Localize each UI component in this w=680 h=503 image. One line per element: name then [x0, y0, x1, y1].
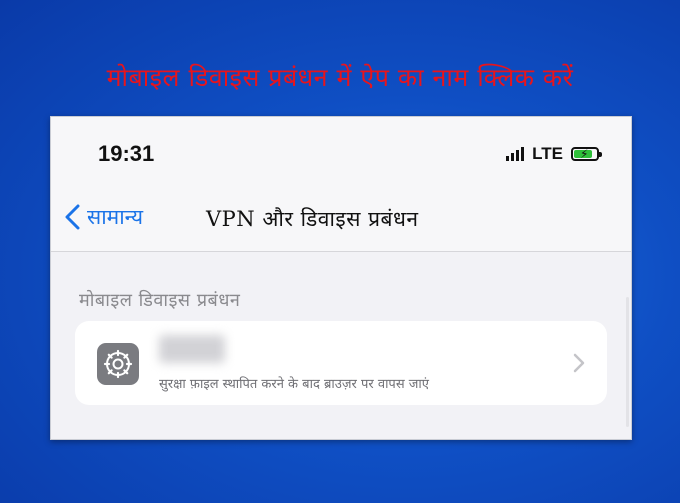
- settings-gear-icon: [97, 343, 139, 385]
- profile-subtitle: सुरक्षा फ़ाइल स्थापित करने के बाद ब्राउज…: [159, 377, 429, 392]
- navigation-bar: सामान्य VPN और डिवाइस प्रबंधन: [51, 187, 631, 252]
- scrollbar[interactable]: [626, 297, 629, 427]
- signal-strength-icon: [506, 147, 525, 161]
- back-button[interactable]: सामान्य: [63, 203, 143, 231]
- profile-row[interactable]: सुरक्षा फ़ाइल स्थापित करने के बाद ब्राउज…: [75, 321, 607, 405]
- chevron-right-icon: [573, 353, 585, 373]
- phone-screenshot: 19:31 LTE ⚡ सामान्य VPN और डिवाइस प्रबंध…: [50, 116, 632, 440]
- back-chevron-icon: [65, 204, 80, 230]
- status-time: 19:31: [98, 141, 155, 166]
- page-title: VPN और डिवाइस प्रबंधन: [206, 207, 419, 231]
- status-indicators: LTE ⚡: [506, 144, 603, 164]
- network-type-label: LTE: [532, 144, 563, 163]
- profile-app-name-blurred: [159, 335, 225, 363]
- back-button-label: सामान्य: [87, 205, 144, 229]
- charging-bolt-icon: ⚡: [580, 147, 589, 161]
- battery-icon: ⚡: [571, 147, 602, 161]
- instruction-banner: मोबाइल डिवाइस प्रबंधन में ऐप का नाम क्लि…: [106, 63, 574, 92]
- section-header-mdm: मोबाइल डिवाइस प्रबंधन: [79, 290, 241, 311]
- status-bar: 19:31 LTE ⚡: [51, 117, 631, 187]
